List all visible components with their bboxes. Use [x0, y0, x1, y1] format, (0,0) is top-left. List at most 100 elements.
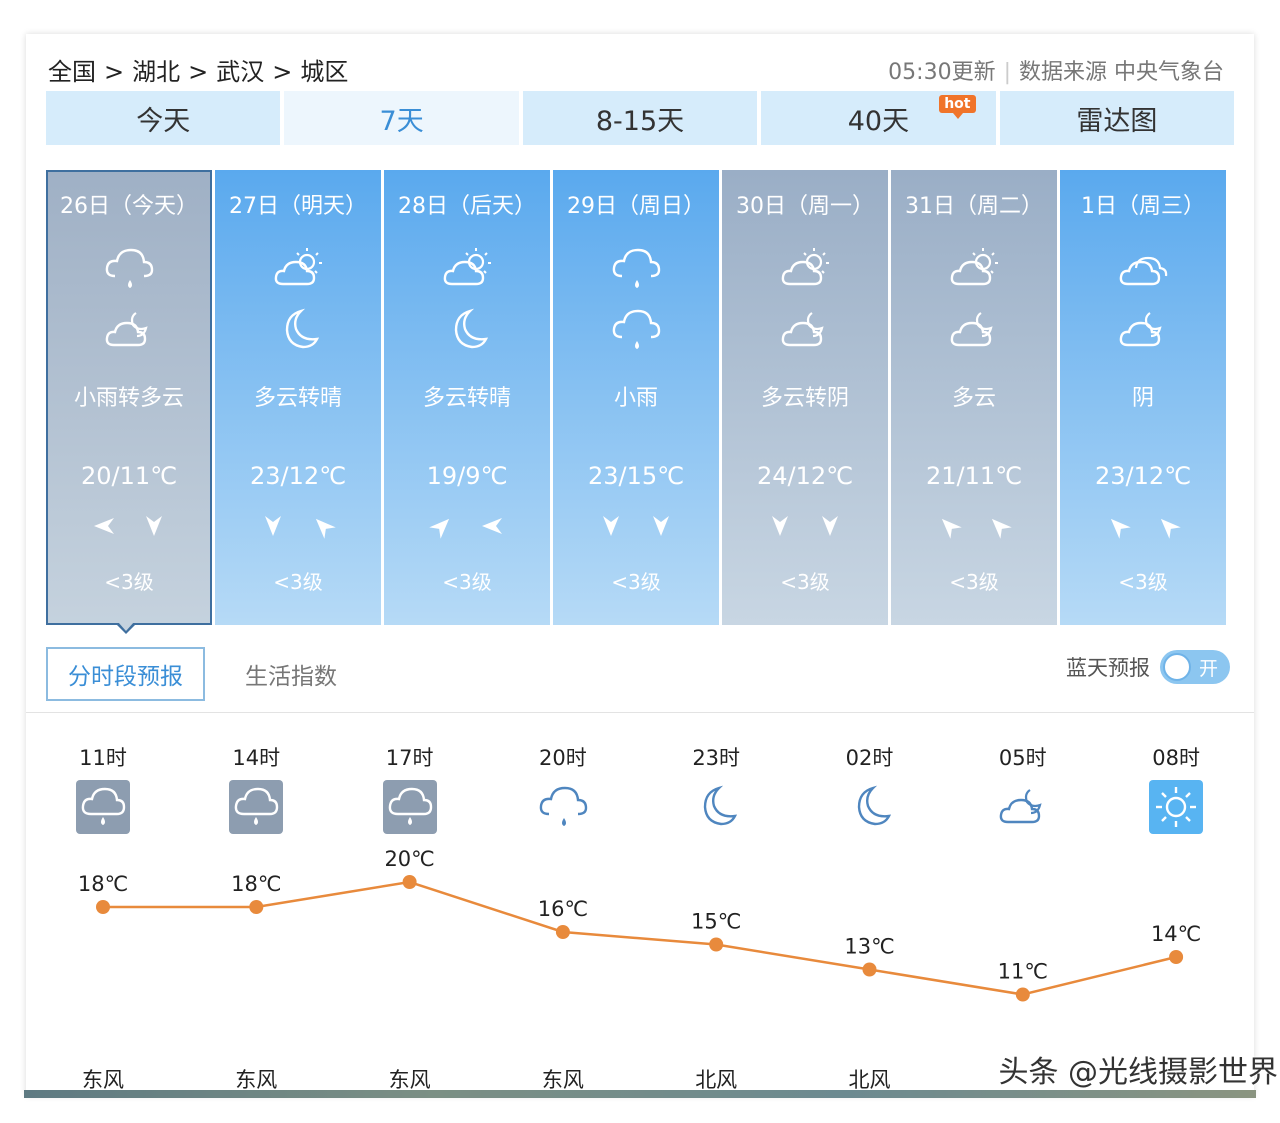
temperature-point	[1015, 987, 1030, 1002]
day-date: 26日（今天）	[60, 194, 198, 219]
wind-arrow-icon	[1154, 512, 1182, 544]
tab-7-days[interactable]: 7天	[284, 91, 519, 145]
wind-arrow-icon	[259, 512, 287, 544]
day-weather-desc: 多云	[951, 386, 996, 411]
day-date: 30日（周一）	[736, 194, 874, 219]
watermark: 头条 @光线摄影世界	[998, 1055, 1278, 1090]
temperature-label: 18℃	[78, 872, 128, 896]
day-weather-desc: 多云转晴	[253, 386, 342, 411]
tab-life-index[interactable]: 生活指数	[225, 649, 357, 699]
day-weather-desc: 小雨转多云	[73, 386, 184, 411]
partly-cloudy-icon	[947, 242, 1001, 292]
day-card[interactable]: 29日（周日） 小雨 23/15℃ <3级	[553, 170, 719, 625]
hour-time: 05时	[998, 746, 1047, 770]
moon-icon	[271, 303, 325, 353]
rain-box-icon	[76, 780, 130, 834]
toggle-label: 开	[1198, 658, 1218, 680]
temperature-label: 15℃	[691, 910, 741, 934]
tab-hourly-forecast[interactable]: 分时段预报	[46, 647, 205, 701]
day-card[interactable]: 26日（今天） 小雨转多云 20/11℃ <3级	[46, 170, 212, 625]
moon-outline-icon	[843, 780, 897, 834]
update-info: 05:30更新 | 数据来源 中央气象台	[888, 60, 1224, 85]
sun-box-icon	[1149, 780, 1204, 834]
wind-direction-icons	[553, 512, 719, 544]
day-date: 29日（周日）	[567, 194, 705, 219]
wind-direction-icons	[384, 512, 550, 544]
breadcrumb-city[interactable]: 武汉	[216, 58, 264, 86]
day-card[interactable]: 1日（周三） 阴 23/12℃ <3级	[1060, 170, 1226, 625]
tab-8-15-days[interactable]: 8-15天	[522, 91, 758, 145]
wind-direction-icons	[1060, 512, 1226, 544]
hour-time: 20时	[539, 746, 587, 770]
day-temperature: 19/9℃	[426, 462, 508, 490]
partly-cloudy-icon	[271, 242, 325, 292]
hourly-forecast: 18℃ 18℃ 20℃ 16℃ 15℃ 13℃ 11℃ 14℃ 11时 东风 14时 东风 17时…	[26, 714, 1254, 1096]
update-time: 05:30更新	[888, 60, 996, 85]
day-card[interactable]: 31日（周二） 多云 21/11℃ <3级	[891, 170, 1057, 625]
wind-arrow-icon	[1104, 512, 1132, 544]
cloudy-night-icon	[947, 303, 1001, 353]
temperature-point	[555, 925, 570, 939]
day-date: 31日（周二）	[905, 194, 1043, 219]
wind-arrow-icon	[816, 512, 844, 544]
day-temperature: 24/12℃	[756, 462, 854, 490]
hour-time: 08时	[1152, 746, 1200, 770]
partly-cloudy-icon	[440, 242, 494, 292]
wind-direction-icons	[722, 512, 888, 544]
temperature-label: 20℃	[384, 847, 434, 871]
temperature-point	[402, 875, 417, 889]
breadcrumb-province[interactable]: 湖北	[132, 58, 180, 86]
tab-40-days-label: 40天	[847, 105, 910, 137]
wind-arrow-icon	[478, 512, 506, 544]
hour-time: 11时	[79, 746, 127, 770]
breadcrumb: 全国 > 湖北 > 武汉 > 城区	[48, 52, 348, 87]
moon-outline-icon	[689, 780, 743, 834]
wind-direction-icons	[215, 512, 381, 544]
breadcrumb-sep: >	[104, 58, 125, 86]
wind-level: <3级	[273, 570, 323, 594]
temperature-point	[249, 900, 264, 914]
temperature-label: 14℃	[1151, 922, 1201, 946]
divider	[26, 712, 1254, 713]
wind-arrow-icon	[90, 512, 118, 544]
cloudy-night-outline-icon	[996, 780, 1050, 834]
day-weather-desc: 多云转晴	[422, 386, 511, 411]
temperature-point	[862, 962, 877, 977]
hot-badge: hot	[939, 95, 976, 119]
wind-level: <3级	[442, 570, 492, 594]
tab-radar[interactable]: 雷达图	[999, 91, 1235, 145]
day-date: 1日（周三）	[1081, 194, 1205, 219]
temperature-label: 13℃	[844, 935, 894, 959]
toggle-knob	[1163, 653, 1191, 681]
rain-box-icon	[229, 780, 284, 834]
rain-cloud-icon	[609, 303, 663, 353]
tab-40-days[interactable]: 40天 hot	[761, 91, 996, 145]
bottom-strip	[24, 1090, 1256, 1098]
wind-arrow-icon	[935, 512, 963, 544]
wind-arrow-icon	[985, 512, 1013, 544]
temperature-point	[96, 900, 110, 914]
rain-box-icon	[382, 780, 437, 834]
day-card[interactable]: 30日（周一） 多云转阴 24/12℃ <3级	[722, 170, 888, 625]
temperature-line-chart: 18℃ 18℃ 20℃ 16℃ 15℃ 13℃ 11℃ 14℃	[78, 847, 1201, 1002]
temperature-label: 18℃	[231, 872, 281, 896]
day-temperature: 23/12℃	[249, 462, 347, 490]
selected-day-pointer	[116, 622, 136, 634]
breadcrumb-sep: >	[272, 58, 293, 86]
day-weather-desc: 多云转阴	[760, 386, 849, 411]
day-card[interactable]: 27日（明天） 多云转晴 23/12℃ <3级	[215, 170, 381, 625]
day-card[interactable]: 28日（后天） 多云转晴 19/9℃ <3级	[384, 170, 550, 625]
breadcrumb-country[interactable]: 全国	[48, 58, 96, 86]
moon-icon	[440, 303, 494, 353]
blue-sky-toggle[interactable]: 开	[1160, 650, 1230, 684]
cloudy-night-icon	[778, 303, 832, 353]
overcast-icon	[1116, 242, 1170, 292]
wind-level: <3级	[949, 570, 999, 594]
wind-level: <3级	[1118, 570, 1168, 594]
tab-today[interactable]: 今天	[46, 91, 281, 145]
day-temperature: 23/15℃	[587, 462, 685, 490]
day-date: 27日（明天）	[229, 194, 367, 219]
cloudy-night-icon	[102, 303, 156, 353]
wind-level: <3级	[104, 570, 154, 594]
temperature-point	[709, 937, 724, 952]
